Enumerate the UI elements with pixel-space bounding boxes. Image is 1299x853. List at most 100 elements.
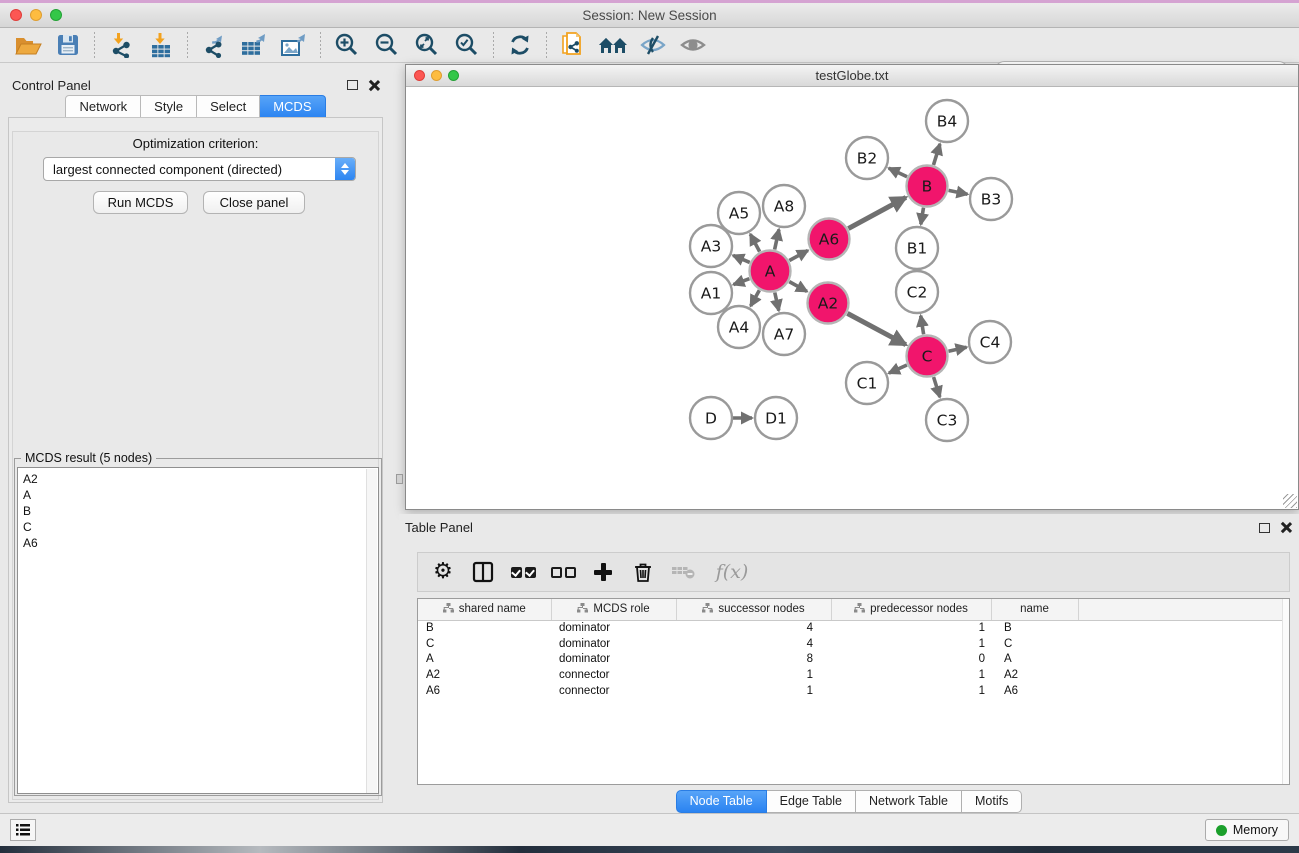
column-header-MCDS-role[interactable]: MCDS role: [551, 599, 676, 620]
graph-node-C2[interactable]: C2: [896, 271, 938, 313]
zoom-selected-icon[interactable]: [452, 31, 482, 59]
graph-node-C4[interactable]: C4: [969, 321, 1011, 363]
graph-node-A[interactable]: A: [750, 251, 791, 292]
table-row[interactable]: Bdominator41B: [418, 620, 1289, 636]
graph-edge-B-B4[interactable]: [933, 144, 939, 165]
graph-node-C3[interactable]: C3: [926, 399, 968, 441]
graph-edge-A-A5[interactable]: [750, 234, 759, 251]
table-row[interactable]: Cdominator41C: [418, 636, 1289, 652]
import-table-icon[interactable]: [146, 31, 176, 59]
graph-edge-B-B2[interactable]: [889, 168, 907, 177]
export-image-icon[interactable]: [279, 31, 309, 59]
add-column-icon[interactable]: [590, 559, 616, 585]
tab-motifs[interactable]: Motifs: [962, 790, 1022, 813]
graph-node-B4[interactable]: B4: [926, 100, 968, 142]
graph-edge-A-A8[interactable]: [775, 229, 779, 249]
cell[interactable]: dominator: [551, 636, 676, 652]
save-session-icon[interactable]: [53, 31, 83, 59]
task-history-button[interactable]: [10, 819, 36, 841]
delete-column-icon[interactable]: [630, 559, 656, 585]
cell[interactable]: 0: [831, 651, 991, 667]
graph-node-A7[interactable]: A7: [763, 313, 805, 355]
graph-node-A3[interactable]: A3: [690, 225, 732, 267]
network-window-titlebar[interactable]: testGlobe.txt: [406, 65, 1298, 87]
graph-node-B[interactable]: B: [907, 166, 948, 207]
column-header-successor-nodes[interactable]: successor nodes: [676, 599, 831, 620]
run-mcds-button[interactable]: Run MCDS: [93, 191, 188, 214]
settings-icon[interactable]: ⚙: [430, 559, 456, 585]
cell[interactable]: 4: [676, 636, 831, 652]
graph-node-B1[interactable]: B1: [896, 227, 938, 269]
import-network-icon[interactable]: [106, 31, 136, 59]
tab-edge-table[interactable]: Edge Table: [767, 790, 856, 813]
split-view-icon[interactable]: [470, 559, 496, 585]
cell[interactable]: A: [418, 651, 551, 667]
graph-edge-A-A1[interactable]: [733, 279, 749, 285]
tab-network[interactable]: Network: [65, 95, 141, 119]
result-item[interactable]: A2: [18, 471, 378, 487]
home-icon[interactable]: [598, 31, 628, 59]
cell[interactable]: 1: [676, 667, 831, 683]
cell[interactable]: A6: [991, 683, 1078, 699]
graph-edge-A-A6[interactable]: [789, 250, 808, 260]
cell[interactable]: A: [991, 651, 1078, 667]
window-resize-grip[interactable]: [1283, 494, 1297, 508]
graph-node-B2[interactable]: B2: [846, 137, 888, 179]
deselect-all-icon[interactable]: [550, 559, 576, 585]
cell[interactable]: dominator: [551, 651, 676, 667]
table-row[interactable]: A2connector11A2: [418, 667, 1289, 683]
graph-edge-C-C4[interactable]: [948, 347, 966, 351]
result-item[interactable]: B: [18, 503, 378, 519]
table-row[interactable]: Adominator80A: [418, 651, 1289, 667]
mcds-result-list[interactable]: A2ABCA6: [17, 467, 379, 794]
cell[interactable]: B: [991, 620, 1078, 636]
graph-node-A4[interactable]: A4: [718, 306, 760, 348]
graph-node-C1[interactable]: C1: [846, 362, 888, 404]
table-float-panel-icon[interactable]: [1259, 523, 1270, 533]
table-close-panel-icon[interactable]: [1280, 522, 1291, 533]
close-panel-button[interactable]: Close panel: [203, 191, 305, 214]
cell[interactable]: 1: [831, 683, 991, 699]
tab-mcds[interactable]: MCDS: [260, 95, 325, 119]
close-panel-icon[interactable]: [368, 80, 379, 91]
graph-node-A5[interactable]: A5: [718, 192, 760, 234]
graph-node-D[interactable]: D: [690, 397, 732, 439]
graph-edge-A-A7[interactable]: [775, 292, 779, 310]
graph-node-C[interactable]: C: [907, 336, 948, 377]
graph-edge-C-C2[interactable]: [921, 316, 924, 335]
cell[interactable]: A6: [418, 683, 551, 699]
graph-node-A1[interactable]: A1: [690, 272, 732, 314]
cell[interactable]: 8: [676, 651, 831, 667]
cell[interactable]: C: [418, 636, 551, 652]
delete-table-icon[interactable]: [670, 559, 696, 585]
cell[interactable]: dominator: [551, 620, 676, 636]
zoom-fit-icon[interactable]: [412, 31, 442, 59]
optimization-criterion-select[interactable]: largest connected component (directed): [43, 157, 356, 181]
result-item[interactable]: A6: [18, 535, 378, 551]
new-network-from-file-icon[interactable]: [558, 31, 588, 59]
column-header-name[interactable]: name: [991, 599, 1078, 620]
float-panel-icon[interactable]: [347, 80, 358, 90]
column-header-predecessor-nodes[interactable]: predecessor nodes: [831, 599, 991, 620]
export-network-icon[interactable]: [199, 31, 229, 59]
memory-button[interactable]: Memory: [1205, 819, 1289, 841]
graph-node-A8[interactable]: A8: [763, 185, 805, 227]
cell[interactable]: A2: [991, 667, 1078, 683]
cell[interactable]: B: [418, 620, 551, 636]
open-file-icon[interactable]: [13, 31, 43, 59]
show-details-icon[interactable]: [678, 31, 708, 59]
cell[interactable]: 1: [831, 620, 991, 636]
select-all-icon[interactable]: [510, 559, 536, 585]
table-scrollbar[interactable]: [1282, 599, 1289, 784]
zoom-out-icon[interactable]: [372, 31, 402, 59]
splitter-handle[interactable]: [396, 474, 403, 484]
cell[interactable]: A2: [418, 667, 551, 683]
graph-node-A6[interactable]: A6: [809, 219, 850, 260]
graph-edge-B-B3[interactable]: [949, 190, 968, 194]
graph-edge-B-B1[interactable]: [921, 208, 924, 225]
tab-node-table[interactable]: Node Table: [676, 790, 767, 813]
graph-edge-C-C3[interactable]: [934, 377, 940, 397]
cell[interactable]: 4: [676, 620, 831, 636]
graph-node-D1[interactable]: D1: [755, 397, 797, 439]
result-item[interactable]: C: [18, 519, 378, 535]
